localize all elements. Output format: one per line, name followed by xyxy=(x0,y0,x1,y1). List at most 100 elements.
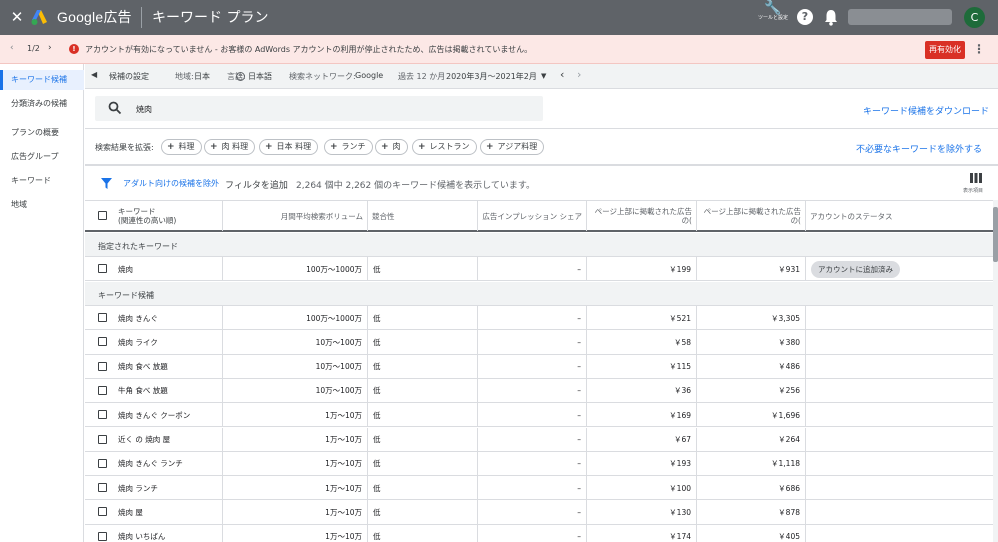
cell-volume: 1万～10万 xyxy=(223,451,368,476)
header-competition[interactable]: 競合性 xyxy=(368,201,478,231)
tools-button[interactable]: 🔧 ツールと設定 xyxy=(758,0,788,35)
candidate-settings-label[interactable]: 候補の設定 xyxy=(109,71,149,82)
filter-icon[interactable] xyxy=(101,178,112,189)
help-icon[interactable]: ? xyxy=(797,9,813,25)
avatar[interactable]: C xyxy=(964,7,985,28)
broaden-chip[interactable]: + 料理 xyxy=(161,139,202,155)
download-keywords-link[interactable]: キーワード候補をダウンロード xyxy=(863,104,989,117)
broaden-chip[interactable]: + 日本 料理 xyxy=(259,139,319,155)
sidebar-item-grouped-ideas[interactable]: 分類済みの候補 xyxy=(0,94,84,114)
header-top-bid-high[interactable]: ページ上部に掲載された広告の( xyxy=(697,201,806,231)
row-checkbox[interactable] xyxy=(98,531,107,541)
result-count: 2,264 個中 2,262 個のキーワード候補を表示しています。 xyxy=(296,181,535,191)
cell-top-bid-high: ￥486 xyxy=(697,354,806,379)
row-checkbox[interactable] xyxy=(98,361,107,371)
broaden-chip[interactable]: + 肉 料理 xyxy=(204,139,256,155)
header-account-status[interactable]: アカウントのステータス xyxy=(806,201,993,231)
cell-impression-share: – xyxy=(478,378,587,403)
cell-impression-share: – xyxy=(478,476,587,501)
search-box[interactable]: 焼肉 xyxy=(95,96,543,121)
network-label: 検索ネットワーク: xyxy=(289,72,356,81)
cell-keyword: 焼肉 屋 xyxy=(113,500,223,525)
add-filter-button[interactable]: フィルタを追加 xyxy=(225,178,288,191)
adult-filter-chip[interactable]: アダルト向けの候補を除外 xyxy=(123,178,219,189)
bell-icon[interactable] xyxy=(823,8,839,26)
cell-status xyxy=(806,452,993,476)
cell-competition: 低 xyxy=(368,306,478,330)
chevron-right-icon[interactable]: › xyxy=(48,43,52,53)
plus-icon: + xyxy=(265,142,273,152)
sidebar-item-keyword-ideas[interactable]: キーワード候補 xyxy=(0,70,84,90)
row-checkbox[interactable] xyxy=(98,313,107,322)
header-top-bid-low[interactable]: ページ上部に掲載された広告の( xyxy=(587,201,697,231)
cell-keyword: 焼肉 ランチ xyxy=(113,476,223,501)
chip-label: ランチ xyxy=(341,142,366,151)
header-volume[interactable]: 月間平均検索ボリューム xyxy=(223,201,368,231)
row-checkbox[interactable] xyxy=(98,483,107,493)
broaden-chip[interactable]: + アジア料理 xyxy=(480,139,545,155)
search-input[interactable]: 焼肉 xyxy=(136,104,152,115)
header-impression-share[interactable]: 広告インプレッション シェア xyxy=(478,201,587,231)
cell-keyword: 焼肉 ライク xyxy=(113,330,223,355)
row-checkbox[interactable] xyxy=(98,385,107,395)
period-dropdown-icon[interactable]: ▼ xyxy=(541,72,546,80)
cell-top-bid-high: ￥878 xyxy=(697,500,806,525)
row-checkbox[interactable] xyxy=(98,434,107,444)
sidebar-item-plan-overview[interactable]: プランの概要 xyxy=(0,123,84,143)
cell-keyword: 焼肉 きんぐ xyxy=(113,306,223,330)
alert-message: アカウントが有効になっていません - お客様の AdWords アカウントの利用… xyxy=(85,45,533,54)
cell-keyword: 焼肉 食べ 放題 xyxy=(113,354,223,379)
table-row: 焼肉 食べ 放題 10万～100万低 – ￥115 ￥486 xyxy=(85,354,993,379)
section-label: 指定されたキーワード xyxy=(98,242,178,251)
google-ads-logo-icon xyxy=(31,10,47,25)
cell-status xyxy=(806,330,993,354)
more-vert-icon[interactable]: ⋮ xyxy=(973,41,985,58)
chevron-left-icon[interactable]: ‹ xyxy=(560,68,564,81)
section-label: キーワード候補 xyxy=(98,291,154,300)
exclude-keywords-link[interactable]: 不必要なキーワードを除外する xyxy=(856,142,982,155)
sidebar-item-ad-groups[interactable]: 広告グループ xyxy=(0,147,84,167)
collapse-sidebar-icon[interactable]: ◀ xyxy=(91,70,97,79)
region-value[interactable]: 日本 xyxy=(194,71,210,82)
cell-top-bid-high: ￥256 xyxy=(697,378,806,403)
alert-bar: ‹ 1/2 › ! アカウントが有効になっていません - お客様の AdWord… xyxy=(0,35,998,64)
plus-icon: + xyxy=(167,142,175,152)
broaden-chip[interactable]: + ランチ xyxy=(324,139,373,155)
alert-pager: 1/2 xyxy=(27,44,40,53)
row-checkbox[interactable] xyxy=(98,410,107,420)
cell-top-bid-low: ￥115 xyxy=(587,354,697,379)
chip-label: 料理 xyxy=(178,142,195,151)
row-checkbox[interactable] xyxy=(98,264,107,273)
columns-icon[interactable] xyxy=(970,173,982,183)
broaden-chip[interactable]: + レストラン xyxy=(412,139,477,155)
broaden-chip[interactable]: + 肉 xyxy=(375,139,408,155)
table-row: 焼肉 屋 1万～10万低 – ￥130 ￥878 xyxy=(85,500,993,525)
reactivate-button[interactable]: 再有効化 xyxy=(925,41,965,59)
cell-top-bid-low: ￥521 xyxy=(587,306,697,330)
cell-keyword: 近く の 焼肉 屋 xyxy=(113,427,223,452)
title-divider xyxy=(141,7,142,28)
language-value[interactable]: 日本語 xyxy=(248,71,272,82)
table-row: 焼肉 きんぐ ランチ 1万～10万低 – ￥193 ￥1,118 xyxy=(85,451,993,477)
chip-label: レストラン xyxy=(429,142,470,151)
row-checkbox[interactable] xyxy=(98,337,107,347)
cell-volume: 1万～10万 xyxy=(223,427,368,452)
broaden-search-bar: 検索結果を拡張: + 料理 + 肉 料理 + 日本 料理 + ランチ + 肉 + レストラン… xyxy=(85,129,998,166)
account-info-blurred[interactable] xyxy=(848,9,952,25)
close-icon[interactable]: ✕ xyxy=(8,8,26,26)
row-checkbox[interactable] xyxy=(98,458,107,468)
chevron-right-icon[interactable]: › xyxy=(577,68,581,81)
cell-impression-share: – xyxy=(478,427,587,452)
page-title: キーワード プラン xyxy=(152,10,269,26)
chevron-left-icon[interactable]: ‹ xyxy=(10,43,14,53)
select-all-checkbox[interactable] xyxy=(98,211,107,220)
plus-icon: + xyxy=(486,142,494,152)
network-value[interactable]: Google xyxy=(355,71,383,80)
sidebar-item-locations[interactable]: 地域 xyxy=(0,195,84,215)
sidebar-item-keywords[interactable]: キーワード xyxy=(0,171,84,191)
row-checkbox[interactable] xyxy=(98,507,107,517)
scrollbar-thumb[interactable] xyxy=(993,207,998,262)
period-value[interactable]: 2020年3月～2021年2月 xyxy=(446,71,537,82)
table-row: 焼肉 きんぐ クーポン 1万～10万低 – ￥169 ￥1,696 xyxy=(85,403,993,428)
cell-top-bid-low: ￥58 xyxy=(587,330,697,355)
